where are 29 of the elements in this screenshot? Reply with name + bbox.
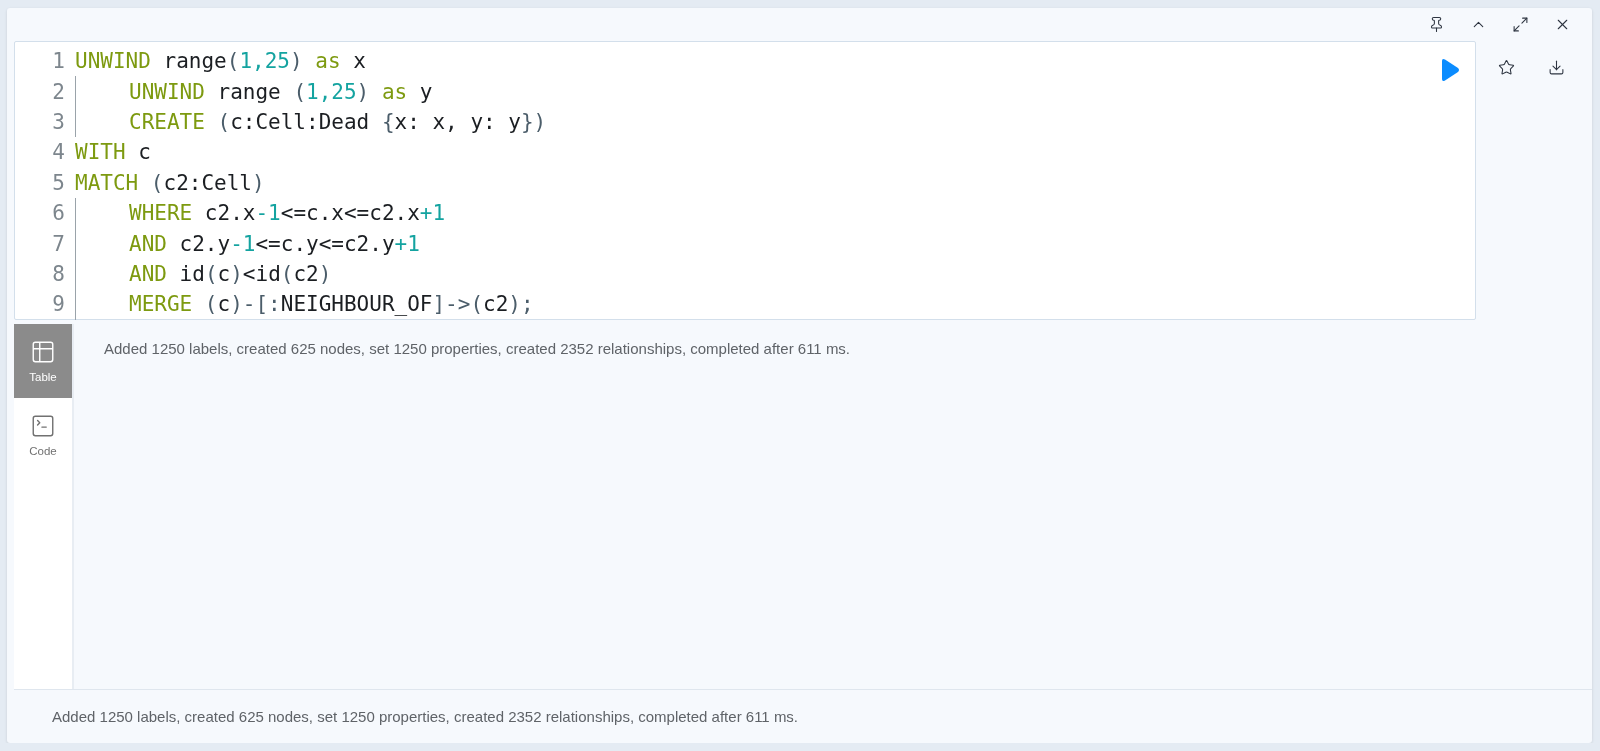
terminal-icon <box>30 413 56 439</box>
code-editor[interactable] <box>14 41 1476 320</box>
line-number: 4 <box>51 140 66 165</box>
code-line: CREATE (c:Cell:Dead {x: x, y: y}) <box>129 109 547 134</box>
line-number: 2 <box>51 79 66 104</box>
line-number: 9 <box>51 292 66 317</box>
line-number: 5 <box>51 170 66 195</box>
line-number: 6 <box>51 201 66 226</box>
code-line: AND c2.y-1<=c.y<=c2.y+1 <box>129 231 420 256</box>
code-line: MATCH (c2:Cell) <box>75 170 265 195</box>
code-line: MERGE (c)-[:NEIGHBOUR_OF]->(c2); <box>129 292 534 317</box>
status-message: Added 1250 labels, created 625 nodes, set 1250 properties, created 2352 relationships, completed after 611 ms. <box>52 708 799 725</box>
line-number: 7 <box>51 231 66 256</box>
code-line: UNWIND range (1,25) as y <box>129 79 433 104</box>
line-number: 8 <box>51 261 66 286</box>
code-line: UNWIND range(1,25) as x <box>75 49 366 74</box>
code-line: WITH c <box>75 140 151 165</box>
result-message: Added 1250 labels, created 625 nodes, set 1250 properties, created 2352 relationships, completed after 611 ms. <box>104 340 851 357</box>
line-number: 1 <box>51 49 66 74</box>
code-line: WHERE c2.x-1<=c.x<=c2.x+1 <box>129 201 446 226</box>
view-tab[interactable]: Code <box>14 398 72 472</box>
expand-icon[interactable] <box>1511 16 1529 33</box>
view-tab[interactable]: Table <box>14 324 72 398</box>
play-icon[interactable] <box>1439 58 1461 82</box>
download-icon[interactable] <box>1547 58 1565 76</box>
line-number: 3 <box>51 109 66 134</box>
code-line: AND id(c)<id(c2) <box>129 261 332 286</box>
table-icon <box>30 339 56 365</box>
star-icon[interactable] <box>1497 58 1515 76</box>
